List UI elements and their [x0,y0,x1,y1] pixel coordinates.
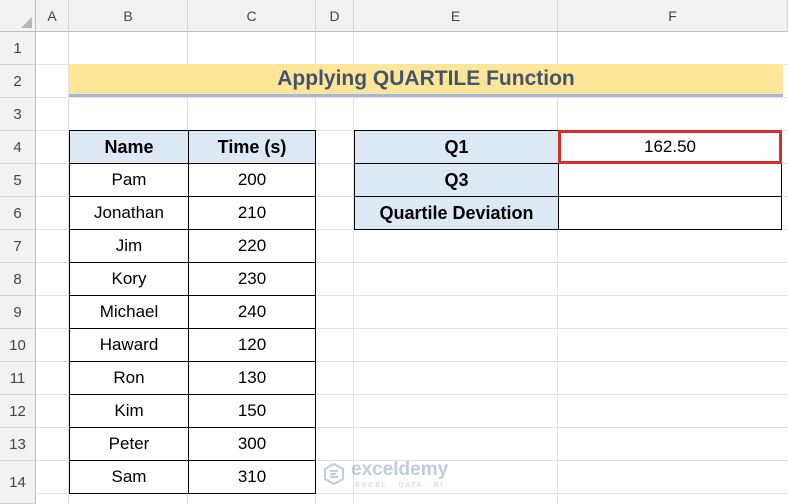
time-cell[interactable]: 210 [188,196,316,230]
name-cell[interactable]: Haward [69,328,189,362]
row-header-7[interactable]: 7 [0,230,36,263]
quartile-deviation-value-cell[interactable] [558,196,782,230]
row-header-2[interactable]: 2 [0,65,36,98]
time-cell[interactable]: 120 [188,328,316,362]
time-cell[interactable]: 220 [188,229,316,263]
time-column-header[interactable]: Time (s) [188,130,316,164]
row-header-4[interactable]: 4 [0,131,36,164]
column-header-d[interactable]: D [316,0,354,32]
watermark-tagline: EXCEL · DATA · BI [355,479,444,489]
name-cell[interactable]: Kim [69,394,189,428]
row-header-1[interactable]: 1 [0,32,36,65]
time-cell[interactable]: 230 [188,262,316,296]
row-header-11[interactable]: 11 [0,362,36,395]
column-header-e[interactable]: E [354,0,558,32]
column-header-c[interactable]: C [188,0,316,32]
time-cell[interactable]: 300 [188,427,316,461]
column-header-b[interactable]: B [69,0,188,32]
row-header-12[interactable]: 12 [0,395,36,428]
gridline [353,32,354,504]
row-header-9[interactable]: 9 [0,296,36,329]
sheet-title[interactable]: Applying QUARTILE Function [69,64,783,97]
q3-label-cell[interactable]: Q3 [354,163,559,197]
time-cell[interactable]: 200 [188,163,316,197]
column-header-f[interactable]: F [558,0,788,32]
row-header-5[interactable]: 5 [0,164,36,197]
gridline [36,97,788,98]
name-cell[interactable]: Jonathan [69,196,189,230]
name-cell[interactable]: Jim [69,229,189,263]
name-cell[interactable]: Pam [69,163,189,197]
row-header-3[interactable]: 3 [0,98,36,131]
time-cell[interactable]: 310 [188,460,316,494]
q1-label-cell[interactable]: Q1 [354,130,559,164]
q1-value-cell[interactable]: 162.50 [558,130,782,164]
gridline [557,32,558,504]
name-cell[interactable]: Peter [69,427,189,461]
q3-value-cell[interactable] [558,163,782,197]
exceldemy-watermark: exceldemy EXCEL · DATA · BI [323,456,448,492]
time-cell[interactable]: 240 [188,295,316,329]
row-header-13[interactable]: 13 [0,428,36,461]
watermark-name: exceldemy [351,458,449,480]
time-cell[interactable]: 150 [188,394,316,428]
select-all-triangle-icon [21,17,32,28]
row-header-14[interactable]: 14 [0,461,36,504]
select-all-corner[interactable] [0,0,36,32]
name-cell[interactable]: Michael [69,295,189,329]
name-cell[interactable]: Kory [69,262,189,296]
name-cell[interactable]: Ron [69,361,189,395]
exceldemy-logo-icon [324,463,344,485]
row-header-6[interactable]: 6 [0,197,36,230]
quartile-deviation-label-cell[interactable]: Quartile Deviation [354,196,559,230]
row-header-8[interactable]: 8 [0,263,36,296]
column-header-a[interactable]: A [36,0,69,32]
row-header-10[interactable]: 10 [0,329,36,362]
name-column-header[interactable]: Name [69,130,189,164]
time-cell[interactable]: 130 [188,361,316,395]
name-cell[interactable]: Sam [69,460,189,494]
